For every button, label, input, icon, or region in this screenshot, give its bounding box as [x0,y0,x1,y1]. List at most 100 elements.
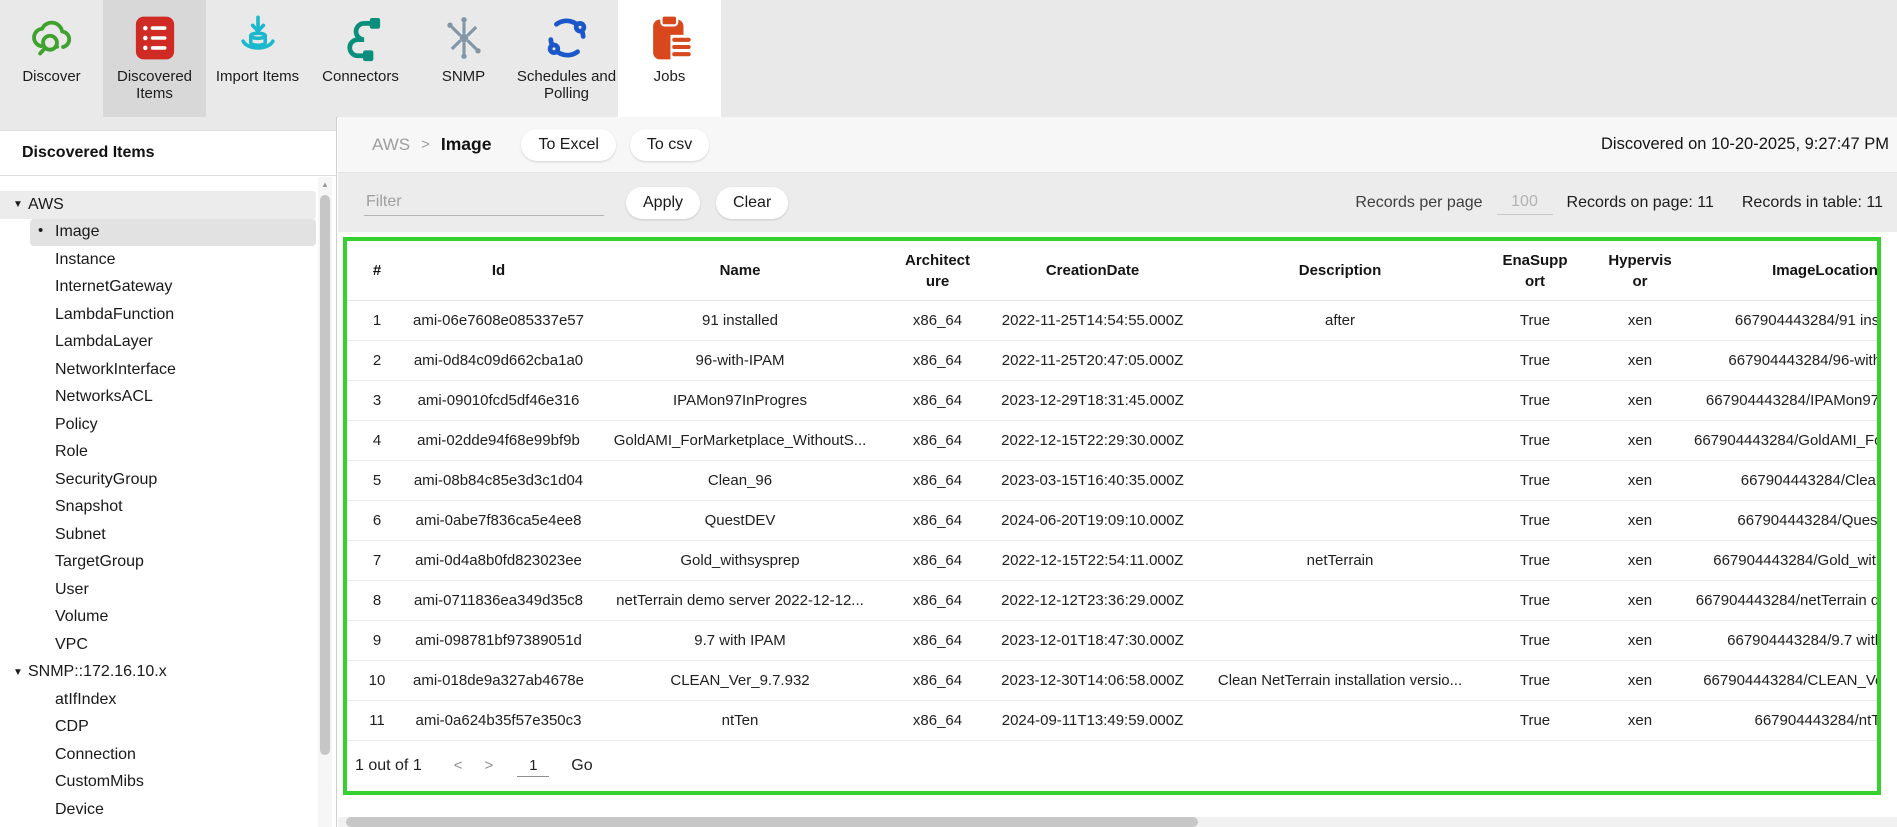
tree-item-lambdalayer[interactable]: LambdaLayer [0,329,336,357]
column-header-imagelocation[interactable]: ImageLocation [1690,241,1881,301]
tree-item-device[interactable]: Device [0,796,336,824]
go-button[interactable]: Go [571,757,592,775]
tree-item-custommibs[interactable]: CustomMibs [0,769,336,797]
tree-item-role[interactable]: Role [0,439,336,467]
tree-item-atifindex[interactable]: atIfIndex [0,686,336,714]
tree-item-internetgateway[interactable]: InternetGateway [0,274,336,302]
column-header-name[interactable]: Name [590,241,890,301]
breadcrumb-parent[interactable]: AWS [372,135,410,155]
sidebar-vertical-scrollbar[interactable]: ▲ [318,177,332,827]
toolbar-item-discovered-items[interactable]: Discovered Items [103,0,206,117]
column-header-description[interactable]: Description [1200,241,1480,301]
tree-item-networkinterface[interactable]: NetworkInterface [0,356,336,384]
expand-arrow-icon[interactable]: ▼ [13,199,28,210]
cell-enasupport: True [1480,501,1590,541]
column-header-creationdate[interactable]: CreationDate [985,241,1200,301]
table-row[interactable]: 4ami-02dde94f68e99bf9bGoldAMI_ForMarketp… [347,421,1881,461]
column-header-id[interactable]: Id [407,241,590,301]
to-csv-button[interactable]: To csv [630,129,709,161]
tree-item-user[interactable]: User [0,576,336,604]
to-excel-button[interactable]: To Excel [521,129,615,161]
prev-page-button[interactable]: < [454,757,463,774]
column-header-enasupport[interactable]: EnaSupport [1480,241,1590,301]
column-header-label: Id [492,262,505,279]
column-header-architecture[interactable]: Architecture [890,241,985,301]
tree-item-label: Device [55,801,104,819]
cell-enasupport: True [1480,701,1590,741]
tree-item-policy[interactable]: Policy [0,411,336,439]
filter-input[interactable] [364,189,604,216]
table-row[interactable]: 2ami-0d84c09d662cba1a096-with-IPAMx86_64… [347,341,1881,381]
tree-item-volume[interactable]: Volume [0,604,336,632]
tree-item-aws[interactable]: ▼AWS [0,191,316,219]
toolbar-item-connectors[interactable]: Connectors [309,0,412,117]
horizontal-scrollbar-thumb[interactable] [346,817,1198,827]
tree-item-connection[interactable]: Connection [0,741,336,769]
tree-item-image[interactable]: •Image [30,219,316,247]
scrollbar-up-arrow-icon[interactable]: ▲ [318,177,332,193]
page-number-input[interactable] [517,755,549,777]
tree-item-snapshot[interactable]: Snapshot [0,494,336,522]
tree-item-label: Instance [55,251,115,269]
toolbar-item-snmp[interactable]: SNMP [412,0,515,117]
column-header-[interactable]: # [347,241,407,301]
cell-hypervisor: xen [1590,341,1690,381]
tree-item-networksacl[interactable]: NetworksACL [0,384,336,412]
tree-item-lambdafunction[interactable]: LambdaFunction [0,301,336,329]
expand-arrow-icon[interactable]: ▼ [13,667,28,678]
selected-bullet-icon: • [38,222,43,239]
tree-item-targetgroup[interactable]: TargetGroup [0,549,336,577]
column-header-hypervisor[interactable]: Hypervisor [1590,241,1690,301]
cell-architecture: x86_64 [890,501,985,541]
clear-button[interactable]: Clear [716,187,788,219]
column-header-label: Description [1299,262,1382,279]
records-per-page-input[interactable] [1497,190,1553,215]
table-row[interactable]: 7ami-0d4a8b0fd823023eeGold_withsysprepx8… [347,541,1881,581]
tree-item-label: NetworksACL [55,388,153,406]
table-row[interactable]: 6ami-0abe7f836ca5e4ee8QuestDEVx86_642024… [347,501,1881,541]
table-row[interactable]: 5ami-08b84c85e3d3c1d04Clean_96x86_642023… [347,461,1881,501]
cell-description [1200,581,1480,621]
cell-hypervisor: xen [1590,661,1690,701]
next-page-button[interactable]: > [484,757,493,774]
horizontal-scrollbar[interactable] [338,817,1897,827]
cell-description: after [1200,301,1480,341]
table-row[interactable]: 10ami-018de9a327ab4678eCLEAN_Ver_9.7.932… [347,661,1881,701]
tree-item-subnet[interactable]: Subnet [0,521,336,549]
cell-hypervisor: xen [1590,541,1690,581]
cell-: 6 [347,501,407,541]
column-header-label: Architecture [901,250,975,292]
tree-item-instance[interactable]: Instance [0,246,336,274]
tree-item-snmp-172-16-10-x[interactable]: ▼SNMP::172.16.10.x [0,659,336,687]
cell-hypervisor: xen [1590,381,1690,421]
cell-id: ami-0d4a8b0fd823023ee [407,541,590,581]
table-row[interactable]: 3ami-09010fcd5df46e316IPAMon97InProgresx… [347,381,1881,421]
tree-item-securitygroup[interactable]: SecurityGroup [0,466,336,494]
records-on-page-count: Records on page: 11 [1567,194,1714,212]
table-row[interactable]: 8ami-0711836ea349d35c8netTerrain demo se… [347,581,1881,621]
toolbar-item-jobs[interactable]: Jobs [618,0,721,117]
cell-name: CLEAN_Ver_9.7.932 [590,661,890,701]
toolbar-item-schedules-and-polling[interactable]: Schedules and Polling [515,0,618,117]
table-row[interactable]: 11ami-0a624b35f57e350c3ntTenx86_642024-0… [347,701,1881,741]
cell-architecture: x86_64 [890,661,985,701]
toolbar-item-discover[interactable]: Discover [0,0,103,117]
tree-item-vpc[interactable]: VPC [0,631,336,659]
toolbar-item-import-items[interactable]: Import Items [206,0,309,117]
tree-item-label: Connection [55,746,136,764]
cell-enasupport: True [1480,301,1590,341]
cell-description [1200,501,1480,541]
column-header-label: Hypervisor [1604,250,1676,292]
tree-item-cdp[interactable]: CDP [0,714,336,742]
connectors-cable-icon [334,11,388,65]
table-row[interactable]: 1ami-06e7608e085337e5791 installedx86_64… [347,301,1881,341]
cell-imagelocation: 667904443284/96-with-IPAM [1690,341,1881,381]
table-row[interactable]: 9ami-098781bf97389051d9.7 with IPAMx86_6… [347,621,1881,661]
apply-button[interactable]: Apply [626,187,700,219]
tree-item-label: Role [55,443,88,461]
cell-creationdate: 2022-12-12T23:36:29.000Z [985,581,1200,621]
cell-description [1200,381,1480,421]
cell-name: IPAMon97InProgres [590,381,890,421]
scrollbar-thumb[interactable] [320,195,330,755]
tree-item-label: Subnet [55,526,106,544]
